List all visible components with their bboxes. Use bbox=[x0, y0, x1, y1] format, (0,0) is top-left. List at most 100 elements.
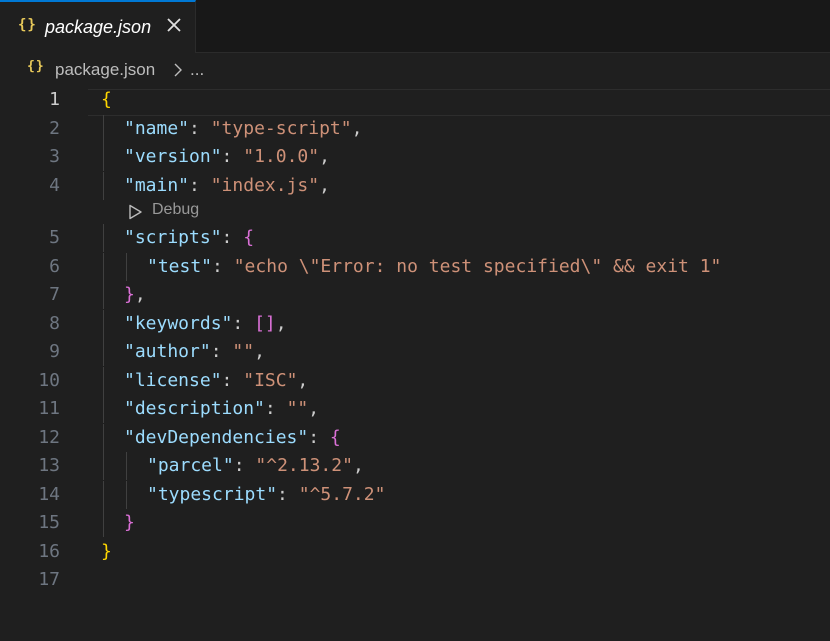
chevron-right-icon bbox=[172, 62, 184, 77]
code-line: 4 "main": "index.js", bbox=[0, 171, 830, 200]
indent-guide bbox=[103, 281, 104, 309]
breadcrumb-more[interactable]: ... bbox=[190, 60, 204, 80]
code-line: 12 "devDependencies": { bbox=[0, 423, 830, 452]
code-token: "typescript" bbox=[147, 483, 278, 505]
breadcrumb: {} package.json ... bbox=[0, 56, 830, 84]
line-code: "license": "ISC", bbox=[124, 370, 308, 391]
line-code: "description": "", bbox=[124, 398, 319, 419]
code-token: : bbox=[189, 174, 211, 196]
code-token: : bbox=[210, 341, 233, 362]
code-token: [] bbox=[254, 312, 276, 334]
code-token: , bbox=[319, 174, 330, 196]
line-number: 17 bbox=[38, 569, 60, 590]
code-line: 10 "license": "ISC", bbox=[0, 366, 830, 395]
code-token: : bbox=[221, 227, 244, 248]
code-line: 5 "scripts": { bbox=[0, 224, 830, 252]
line-code: "devDependencies": { bbox=[124, 427, 341, 448]
code-token: "devDependencies" bbox=[124, 426, 309, 448]
code-token: : bbox=[221, 369, 244, 391]
json-file-icon: {} bbox=[27, 59, 45, 74]
code-token: "1.0.0" bbox=[243, 146, 320, 167]
code-line: 11 "description": "", bbox=[0, 395, 830, 423]
code-line: 7}, bbox=[0, 281, 830, 309]
code-token: "^5.7.2" bbox=[298, 483, 386, 505]
line-code: "version": "1.0.0", bbox=[124, 146, 330, 167]
line-code: } bbox=[101, 541, 112, 562]
indent-guide bbox=[126, 452, 127, 480]
code-token: { bbox=[101, 89, 112, 110]
code-token: "^2.13.2" bbox=[255, 455, 353, 476]
code-token: , bbox=[352, 455, 364, 476]
code-line: 13 "parcel": "^2.13.2", bbox=[0, 452, 830, 480]
code-line: 2 "name": "type-script", bbox=[0, 114, 830, 143]
tab-bar: {} package.json bbox=[0, 0, 830, 53]
indent-guide bbox=[103, 395, 104, 423]
line-number: 1 bbox=[49, 89, 60, 110]
line-code: "test": "echo \"Error: no test specified… bbox=[147, 256, 721, 277]
indent-guide bbox=[103, 114, 104, 143]
code-token: "" bbox=[286, 398, 309, 419]
indent-guide bbox=[126, 480, 127, 509]
code-token: : bbox=[221, 146, 244, 167]
code-token: : bbox=[233, 455, 256, 476]
line-number: 16 bbox=[38, 540, 60, 562]
code-token: { bbox=[329, 426, 341, 448]
indent-guide bbox=[103, 452, 104, 480]
line-number: 11 bbox=[38, 398, 60, 419]
line-number: 10 bbox=[38, 369, 60, 391]
code-token: "main" bbox=[124, 174, 190, 196]
code-token: "keywords" bbox=[124, 312, 233, 334]
line-number: 13 bbox=[38, 455, 60, 476]
code-token: , bbox=[351, 117, 363, 139]
indent-guide bbox=[103, 480, 104, 509]
code-line: 6 "test": "echo \"Error: no test specifie… bbox=[0, 252, 830, 281]
line-code: }, bbox=[124, 284, 146, 305]
code-line: 14 "typescript": "^5.7.2" bbox=[0, 480, 830, 509]
line-number: 3 bbox=[49, 146, 60, 167]
line-number: 6 bbox=[49, 255, 60, 277]
code-token: "ISC" bbox=[243, 369, 298, 391]
play-icon bbox=[129, 204, 142, 220]
code-token: , bbox=[319, 146, 330, 167]
code-editor[interactable]: Debug 1{2 "name": "type-script", 3 "version… bbox=[0, 86, 830, 641]
breadcrumb-file[interactable]: package.json bbox=[55, 60, 155, 80]
line-code: "keywords": [], bbox=[124, 313, 287, 334]
code-token: , bbox=[297, 369, 309, 391]
line-code: "main": "index.js", bbox=[124, 175, 330, 196]
line-code: "author": "", bbox=[124, 341, 265, 362]
code-token: , bbox=[254, 341, 265, 362]
line-code: "scripts": { bbox=[124, 227, 254, 248]
code-line: 9 "author": "", bbox=[0, 338, 830, 366]
code-token: "scripts" bbox=[124, 227, 222, 248]
code-token: "type-script" bbox=[210, 117, 352, 139]
indent-guide bbox=[103, 423, 104, 452]
line-code: { bbox=[101, 89, 112, 110]
code-token: : bbox=[277, 483, 299, 505]
code-line: 3 "version": "1.0.0", bbox=[0, 143, 830, 171]
indent-guide bbox=[103, 366, 104, 395]
code-token: } bbox=[124, 512, 135, 533]
code-token: "echo \"Error: no test specified\" && ex… bbox=[233, 255, 722, 277]
line-code: "name": "type-script", bbox=[124, 118, 362, 139]
code-token: "test" bbox=[147, 255, 213, 277]
code-token: "license" bbox=[124, 369, 222, 391]
indent-guide bbox=[103, 252, 104, 281]
line-number: 9 bbox=[49, 341, 60, 362]
indent-guide bbox=[126, 252, 127, 281]
close-icon[interactable] bbox=[164, 15, 184, 35]
indent-guide bbox=[103, 143, 104, 171]
code-line: 8 "keywords": [], bbox=[0, 309, 830, 338]
indent-guide bbox=[103, 509, 104, 537]
line-number: 5 bbox=[49, 227, 60, 248]
code-token: "parcel" bbox=[147, 455, 234, 476]
line-code: } bbox=[124, 512, 135, 533]
code-token: : bbox=[264, 398, 287, 419]
tab-package-json[interactable]: {} package.json bbox=[0, 0, 196, 53]
line-number: 2 bbox=[49, 117, 60, 139]
code-token: "version" bbox=[124, 146, 222, 167]
code-token: } bbox=[124, 284, 135, 305]
line-number: 7 bbox=[49, 284, 60, 305]
line-code: "parcel": "^2.13.2", bbox=[147, 455, 364, 476]
code-token: , bbox=[275, 312, 287, 334]
code-token: "author" bbox=[124, 341, 211, 362]
